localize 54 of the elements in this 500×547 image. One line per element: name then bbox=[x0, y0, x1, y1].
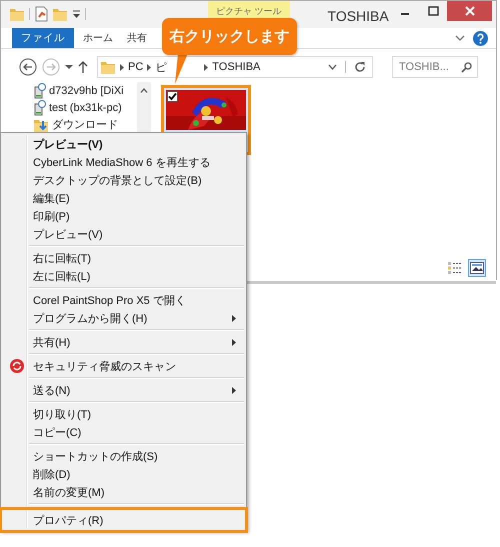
menu-item[interactable]: 共有(H) bbox=[3, 333, 244, 351]
menu-item[interactable]: プレビュー(V) bbox=[3, 225, 244, 243]
ribbon-tab[interactable]: 共有 bbox=[122, 28, 152, 48]
menu-item[interactable]: ショートカットの作成(S) bbox=[3, 447, 244, 465]
up-arrow-icon[interactable] bbox=[78, 61, 88, 73]
maximize-icon[interactable] bbox=[428, 6, 438, 16]
nav-item[interactable]: test (bx31k-pc) bbox=[33, 99, 137, 116]
document-icon[interactable] bbox=[34, 6, 48, 22]
chevron-right-icon bbox=[120, 64, 124, 70]
breadcrumb-item[interactable]: TOSHIBA bbox=[212, 61, 260, 73]
menu-item[interactable]: セキュリティ脅威のスキャン bbox=[3, 357, 244, 375]
ribbon-tab[interactable]: ホーム bbox=[78, 28, 118, 48]
window-title: TOSHIBA bbox=[328, 7, 389, 24]
dropdown-icon[interactable] bbox=[65, 64, 73, 70]
file-tab[interactable]: ファイル bbox=[12, 28, 74, 48]
menu-item[interactable]: 右に回転(T) bbox=[3, 249, 244, 267]
search-icon bbox=[461, 62, 472, 73]
chevron-down-icon[interactable] bbox=[328, 64, 337, 70]
menu-item[interactable]: 名前の変更(M) bbox=[3, 483, 244, 501]
menu-item[interactable]: プロパティ(R) bbox=[1, 509, 246, 531]
breadcrumb-item[interactable]: ピ bbox=[155, 60, 166, 74]
breadcrumb-item[interactable]: PC bbox=[128, 61, 144, 73]
search-field[interactable]: TOSHIB... bbox=[392, 56, 478, 78]
menu-item[interactable]: デスクトップの背景として設定(B) bbox=[3, 171, 244, 189]
menu-item[interactable]: CyberLink MediaShow 6 を再生する bbox=[3, 153, 244, 171]
menu-item[interactable]: 印刷(P) bbox=[3, 207, 244, 225]
back-icon[interactable] bbox=[19, 58, 37, 76]
nav-item[interactable]: ダウンロード bbox=[33, 116, 137, 133]
chevron-right-icon bbox=[204, 64, 208, 70]
details-view-icon[interactable] bbox=[448, 262, 462, 274]
menu-item[interactable]: 削除(D) bbox=[3, 465, 244, 483]
menu-item[interactable]: 左に回転(L) bbox=[3, 267, 244, 285]
network-drive-icon bbox=[33, 100, 46, 116]
menu-item[interactable]: プログラムから開く(H) bbox=[3, 309, 244, 327]
large-icons-view-icon[interactable] bbox=[470, 262, 484, 274]
folder-icon bbox=[9, 6, 25, 22]
menu-item[interactable]: Corel PaintShop Pro X5 で開く bbox=[3, 291, 244, 309]
contextual-tab[interactable]: ピクチャ ツール bbox=[208, 1, 290, 18]
chevron-down-icon[interactable] bbox=[455, 34, 465, 42]
menu-item[interactable]: プレビュー(V) bbox=[3, 135, 244, 153]
chevron-right-icon bbox=[147, 64, 152, 70]
folder-icon bbox=[100, 59, 116, 75]
menu-item[interactable]: 送る(N) bbox=[3, 381, 244, 399]
refresh-icon[interactable] bbox=[354, 61, 366, 73]
menu-item[interactable]: コピー(C) bbox=[3, 423, 244, 441]
scan-icon bbox=[10, 359, 24, 373]
dropdown-icon[interactable] bbox=[72, 9, 81, 19]
menu-item[interactable]: 編集(E) bbox=[3, 189, 244, 207]
help-icon[interactable] bbox=[473, 30, 488, 46]
nav-item[interactable]: d732v9hb [DiXi bbox=[33, 82, 137, 99]
menu-item[interactable]: 切り取り(T) bbox=[3, 405, 244, 423]
checkbox[interactable] bbox=[167, 91, 178, 102]
callout: 右クリックします bbox=[162, 18, 297, 55]
close-icon[interactable] bbox=[464, 6, 474, 16]
